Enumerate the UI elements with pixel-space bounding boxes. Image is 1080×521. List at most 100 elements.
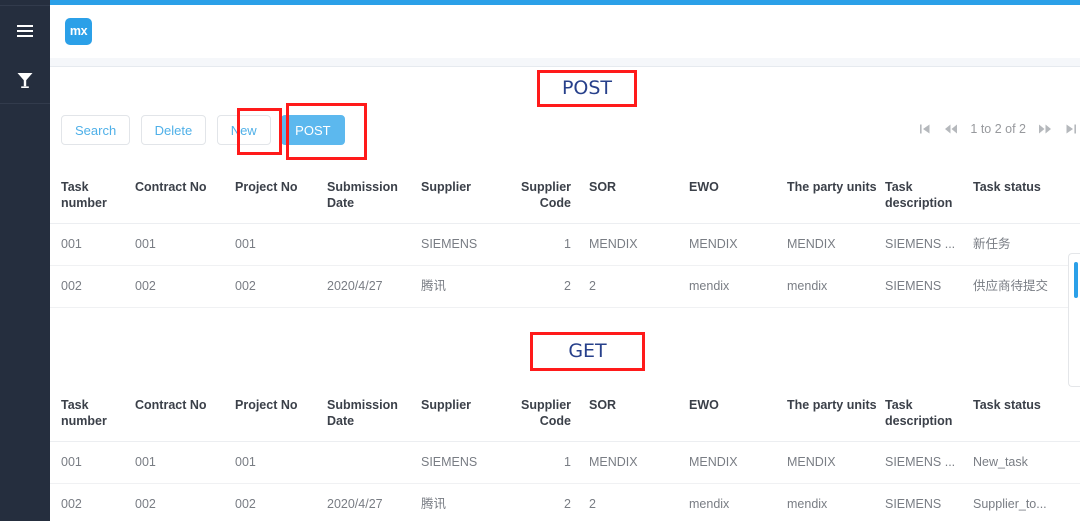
cell-project-no: 001 [235, 223, 327, 266]
column-header-task-number[interactable]: Task number [50, 385, 135, 442]
cell-ewo: MENDIX [689, 223, 787, 266]
sidebar-item-filter[interactable] [0, 55, 50, 104]
column-header-contract-no[interactable]: Contract No [135, 167, 235, 224]
cell-project-no: 002 [235, 265, 327, 308]
cell-task-number: 002 [50, 265, 135, 308]
cell-task-description: SIEMENS ... [885, 223, 973, 266]
cell-sor: MENDIX [589, 223, 689, 266]
column-header-task-number[interactable]: Task number [50, 167, 135, 224]
section-label-get-text: GET [568, 340, 607, 362]
mendix-logo-text: mx [69, 24, 88, 39]
cell-supplier: SIEMENS [421, 223, 521, 266]
grid-toolbar: Search Delete New POST [61, 115, 345, 145]
column-header-task-status[interactable]: Task status [973, 385, 1080, 442]
cell-contract-no: 001 [135, 223, 235, 266]
table-row[interactable]: 001 001 001 SIEMENS 1 MENDIX MENDIX MEND… [50, 441, 1080, 484]
column-header-supplier-code[interactable]: Supplier Code [521, 167, 589, 224]
cell-task-status: 供应商待提交 [973, 265, 1080, 308]
column-header-sor[interactable]: SOR [589, 385, 689, 442]
cell-sor: 2 [589, 265, 689, 308]
cell-contract-no: 002 [135, 483, 235, 521]
first-page-icon[interactable] [912, 119, 938, 139]
cell-task-status: 新任务 [973, 223, 1080, 266]
pagination-controls: 1 to 2 of 2 [912, 119, 1080, 139]
cell-party-units: mendix [787, 265, 885, 308]
cell-party-units: MENDIX [787, 223, 885, 266]
cell-task-status: New_task [973, 441, 1080, 484]
column-header-project-no[interactable]: Project No [235, 167, 327, 224]
column-header-party-units[interactable]: The party units [787, 385, 885, 442]
table-header-row: Task number Contract No Project No Submi… [50, 167, 1080, 224]
column-header-supplier-code[interactable]: Supplier Code [521, 385, 589, 442]
cell-ewo: mendix [689, 265, 787, 308]
search-button[interactable]: Search [61, 115, 131, 145]
section-label-get: GET [530, 332, 645, 371]
cell-contract-no: 001 [135, 441, 235, 484]
column-header-contract-no[interactable]: Contract No [135, 385, 235, 442]
column-header-submission-date[interactable]: Submission Date [327, 385, 421, 442]
table-row[interactable]: 001 001 001 SIEMENS 1 MENDIX MENDIX MEND… [50, 223, 1080, 266]
column-header-project-no[interactable]: Project No [235, 385, 327, 442]
previous-page-icon[interactable] [938, 119, 964, 139]
app-header: mx [50, 5, 1080, 58]
cell-supplier-code: 1 [521, 441, 589, 484]
post-button[interactable]: POST [281, 115, 345, 145]
cell-task-status: Supplier_to... [973, 483, 1080, 521]
column-header-ewo[interactable]: EWO [689, 385, 787, 442]
section-label-post-text: POST [561, 77, 613, 99]
cell-ewo: MENDIX [689, 441, 787, 484]
column-header-task-description[interactable]: Task description [885, 167, 973, 224]
cell-supplier: SIEMENS [421, 441, 521, 484]
cell-supplier: 腾讯 [421, 265, 521, 308]
funnel-filter-icon [17, 72, 33, 88]
column-header-supplier[interactable]: Supplier [421, 167, 521, 224]
section-label-post: POST [537, 70, 637, 107]
cell-project-no: 001 [235, 441, 327, 484]
next-page-icon[interactable] [1032, 119, 1058, 139]
column-header-task-status[interactable]: Task status [973, 167, 1080, 224]
new-button[interactable]: New [216, 115, 271, 145]
cell-contract-no: 002 [135, 265, 235, 308]
column-header-party-units[interactable]: The party units [787, 167, 885, 224]
cell-task-description: SIEMENS ... [885, 441, 973, 484]
table-get: Task number Contract No Project No Submi… [50, 385, 1080, 521]
main-content: POST Search Delete New POST 1 to 2 of 2 [50, 67, 1080, 521]
sidebar-item-menu[interactable] [0, 6, 50, 55]
last-page-icon[interactable] [1058, 119, 1080, 139]
column-header-submission-date[interactable]: Submission Date [327, 167, 421, 224]
cell-submission-date: 2020/4/27 [327, 265, 421, 308]
cell-project-no: 002 [235, 483, 327, 521]
cell-task-description: SIEMENS [885, 483, 973, 521]
cell-task-number: 002 [50, 483, 135, 521]
cell-sor: 2 [589, 483, 689, 521]
mendix-logo[interactable]: mx [65, 18, 92, 45]
cell-task-number: 001 [50, 223, 135, 266]
cell-supplier-code: 1 [521, 223, 589, 266]
cell-task-description: SIEMENS [885, 265, 973, 308]
breadcrumb-band [50, 58, 1080, 67]
pagination-status: 1 to 2 of 2 [970, 122, 1026, 136]
delete-button[interactable]: Delete [140, 115, 207, 145]
column-header-ewo[interactable]: EWO [689, 167, 787, 224]
cell-supplier-code: 2 [521, 265, 589, 308]
column-header-task-description[interactable]: Task description [885, 385, 973, 442]
cell-supplier-code: 2 [521, 483, 589, 521]
data-grid-get: Task number Contract No Project No Submi… [50, 385, 1080, 521]
table-row[interactable]: 002 002 002 2020/4/27 腾讯 2 2 mendix mend… [50, 483, 1080, 521]
cell-submission-date: 2020/4/27 [327, 483, 421, 521]
left-sidebar [0, 0, 50, 521]
app-root: mx POST Search Delete New POST 1 to 2 of… [0, 0, 1080, 521]
column-header-supplier[interactable]: Supplier [421, 385, 521, 442]
cell-sor: MENDIX [589, 441, 689, 484]
right-edge-scroll-marker[interactable] [1074, 262, 1078, 298]
cell-task-number: 001 [50, 441, 135, 484]
cell-party-units: MENDIX [787, 441, 885, 484]
cell-submission-date [327, 441, 421, 484]
table-row[interactable]: 002 002 002 2020/4/27 腾讯 2 2 mendix mend… [50, 265, 1080, 308]
cell-ewo: mendix [689, 483, 787, 521]
column-header-sor[interactable]: SOR [589, 167, 689, 224]
cell-submission-date [327, 223, 421, 266]
table-header-row: Task number Contract No Project No Submi… [50, 385, 1080, 442]
hamburger-menu-icon [17, 24, 33, 37]
data-grid-post: Task number Contract No Project No Submi… [50, 167, 1080, 308]
